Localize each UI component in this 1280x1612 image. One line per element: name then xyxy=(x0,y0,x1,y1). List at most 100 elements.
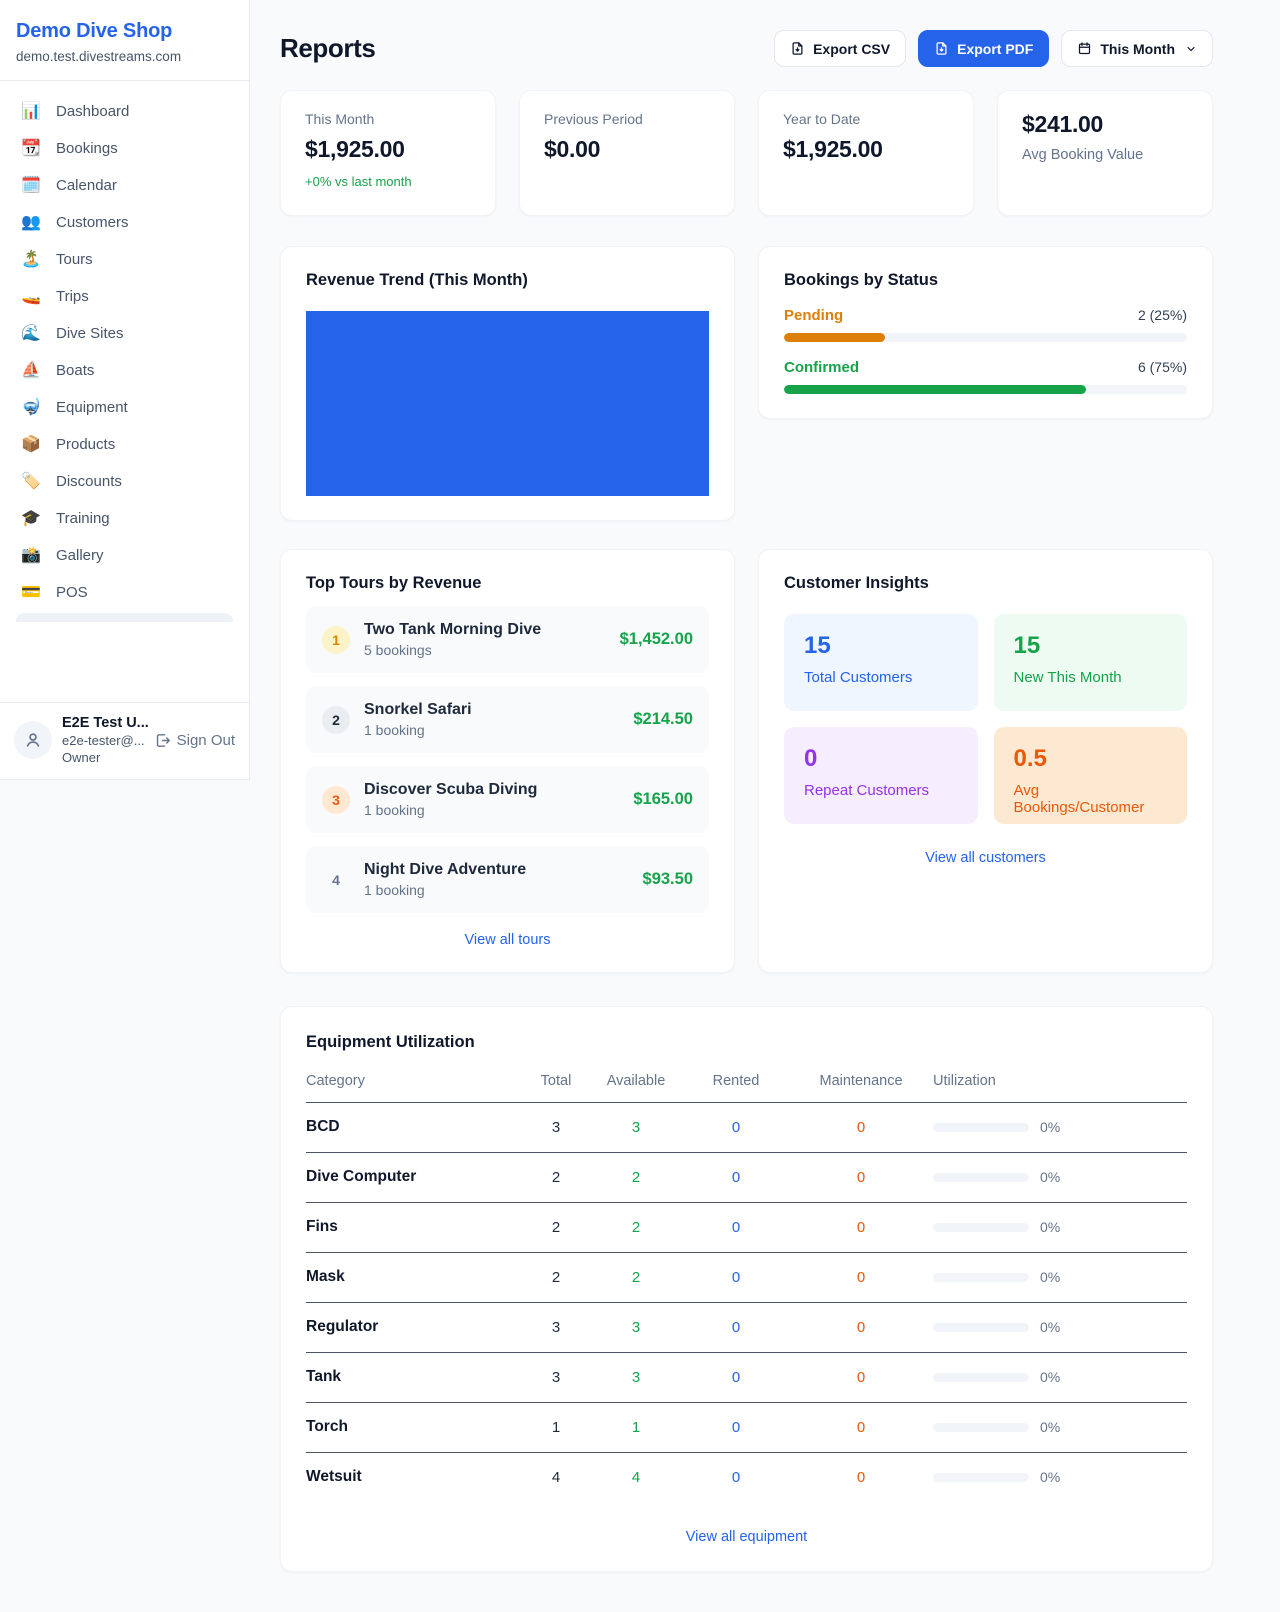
insight-value: 0 xyxy=(804,745,958,773)
view-all-customers-link[interactable]: View all customers xyxy=(784,850,1187,866)
tour-amount: $1,452.00 xyxy=(620,630,693,649)
tour-name: Night Dive Adventure xyxy=(364,861,526,879)
equipment-total: 2 xyxy=(521,1169,591,1186)
period-label: This Month xyxy=(1100,41,1175,57)
tour-bookings: 1 booking xyxy=(364,882,526,898)
sidebar-item-boats[interactable]: ⛵Boats xyxy=(8,352,241,389)
equipment-utilization: 0% xyxy=(931,1269,1187,1285)
utilization-percent: 0% xyxy=(1040,1269,1060,1285)
sign-out-button[interactable]: Sign Out xyxy=(154,732,235,749)
avatar xyxy=(14,721,52,759)
chevron-down-icon xyxy=(1185,43,1197,55)
column-header: Maintenance xyxy=(791,1073,931,1089)
sidebar-item-calendar[interactable]: 🗓️Calendar xyxy=(8,167,241,204)
export-csv-button[interactable]: Export CSV xyxy=(774,30,906,67)
revenue-trend-chart xyxy=(306,311,709,496)
stat-label: Avg Booking Value xyxy=(1022,147,1188,163)
equipment-utilization: 0% xyxy=(931,1469,1187,1485)
list-item-tour: 3 Discover Scuba Diving 1 booking $165.0… xyxy=(306,766,709,833)
equipment-category: Tank xyxy=(306,1368,521,1386)
sidebar-item-customers[interactable]: 👥Customers xyxy=(8,204,241,241)
utilization-percent: 0% xyxy=(1040,1319,1060,1335)
equipment-utilization: 0% xyxy=(931,1319,1187,1335)
sailboat-icon: ⛵ xyxy=(20,363,42,379)
page-header: Reports Export CSV Export PDF xyxy=(280,30,1213,67)
wave-icon: 🌊 xyxy=(20,326,42,342)
equipment-utilization-title: Equipment Utilization xyxy=(306,1033,1187,1052)
sidebar-item-equipment[interactable]: 🤿Equipment xyxy=(8,389,241,426)
equipment-available: 4 xyxy=(591,1469,681,1486)
person-icon xyxy=(23,730,43,750)
stat-card-avg-booking-value: $241.00 Avg Booking Value xyxy=(997,90,1213,216)
sidebar-item-label: Discounts xyxy=(56,473,122,490)
equipment-maintenance: 0 xyxy=(791,1169,931,1186)
progress-track xyxy=(784,333,1187,342)
equipment-category: Regulator xyxy=(306,1318,521,1336)
stat-value: $1,925.00 xyxy=(783,136,949,163)
utilization-bar xyxy=(933,1223,1029,1232)
file-download-icon xyxy=(934,41,949,56)
sidebar-item-label: POS xyxy=(56,584,88,601)
sidebar-item-label: Dive Sites xyxy=(56,325,124,342)
equipment-table: Category Total Available Rented Maintena… xyxy=(306,1073,1187,1502)
equipment-total: 4 xyxy=(521,1469,591,1486)
utilization-bar xyxy=(933,1473,1029,1482)
sidebar-item-bookings[interactable]: 📆Bookings xyxy=(8,130,241,167)
equipment-utilization: 0% xyxy=(931,1169,1187,1185)
stat-value: $241.00 xyxy=(1022,111,1188,138)
tour-amount: $93.50 xyxy=(643,870,693,889)
rank-badge: 2 xyxy=(322,706,350,734)
equipment-category: Dive Computer xyxy=(306,1168,521,1186)
tour-bookings: 1 booking xyxy=(364,722,472,738)
table-row: Dive Computer 2 2 0 0 0% xyxy=(306,1153,1187,1203)
utilization-bar xyxy=(933,1423,1029,1432)
progress-track xyxy=(784,385,1187,394)
tour-name: Discover Scuba Diving xyxy=(364,781,537,799)
sidebar-item-gallery[interactable]: 📸Gallery xyxy=(8,537,241,574)
equipment-rented: 0 xyxy=(681,1319,791,1336)
tag-icon: 🏷️ xyxy=(20,474,42,490)
status-label: Pending xyxy=(784,307,843,324)
sidebar-item-dashboard[interactable]: 📊Dashboard xyxy=(8,93,241,130)
sidebar-item-dive-sites[interactable]: 🌊 Dive Sites xyxy=(8,315,241,352)
sidebar-item-trips[interactable]: 🚤Trips xyxy=(8,278,241,315)
equipment-rented: 0 xyxy=(681,1419,791,1436)
view-all-tours-link[interactable]: View all tours xyxy=(306,932,709,948)
table-row: Mask 2 2 0 0 0% xyxy=(306,1253,1187,1303)
sidebar-nav: 📊Dashboard 📆Bookings 🗓️Calendar 👥Custome… xyxy=(0,81,249,622)
column-header: Category xyxy=(306,1073,521,1089)
insight-label: Repeat Customers xyxy=(804,782,958,799)
sidebar-item-tours[interactable]: 🏝️Tours xyxy=(8,241,241,278)
sidebar-header: Demo Dive Shop demo.test.divestreams.com xyxy=(0,0,249,81)
equipment-category: Wetsuit xyxy=(306,1468,521,1486)
customer-insights-title: Customer Insights xyxy=(784,574,1187,593)
insight-label: Total Customers xyxy=(804,669,958,686)
utilization-percent: 0% xyxy=(1040,1169,1060,1185)
export-pdf-button[interactable]: Export PDF xyxy=(918,30,1049,67)
utilization-percent: 0% xyxy=(1040,1369,1060,1385)
equipment-available: 2 xyxy=(591,1219,681,1236)
sidebar-item-reports-partial[interactable] xyxy=(16,613,233,622)
stat-label: Previous Period xyxy=(544,111,710,127)
table-row: Wetsuit 4 4 0 0 0% xyxy=(306,1453,1187,1502)
equipment-available: 3 xyxy=(591,1119,681,1136)
sidebar-item-pos[interactable]: 💳POS xyxy=(8,574,241,611)
sidebar-item-products[interactable]: 📦Products xyxy=(8,426,241,463)
equipment-category: BCD xyxy=(306,1118,521,1136)
equipment-rented: 0 xyxy=(681,1369,791,1386)
graduation-cap-icon: 🎓 xyxy=(20,511,42,527)
utilization-bar xyxy=(933,1123,1029,1132)
list-item-tour: 4 Night Dive Adventure 1 booking $93.50 xyxy=(306,846,709,913)
tour-amount: $214.50 xyxy=(633,710,693,729)
main-content: Reports Export CSV Export PDF xyxy=(250,0,1280,1612)
sidebar-item-discounts[interactable]: 🏷️ Discounts xyxy=(8,463,241,500)
period-dropdown[interactable]: This Month xyxy=(1061,30,1213,67)
stat-value: $0.00 xyxy=(544,136,710,163)
sidebar-item-label: Equipment xyxy=(56,399,128,416)
calendar-pad-icon: 🗓️ xyxy=(20,178,42,194)
sidebar-item-training[interactable]: 🎓Training xyxy=(8,500,241,537)
equipment-maintenance: 0 xyxy=(791,1469,931,1486)
view-all-equipment-link[interactable]: View all equipment xyxy=(306,1529,1187,1545)
table-row: Tank 3 3 0 0 0% xyxy=(306,1353,1187,1403)
insights-row: Top Tours by Revenue 1 Two Tank Morning … xyxy=(280,549,1213,973)
